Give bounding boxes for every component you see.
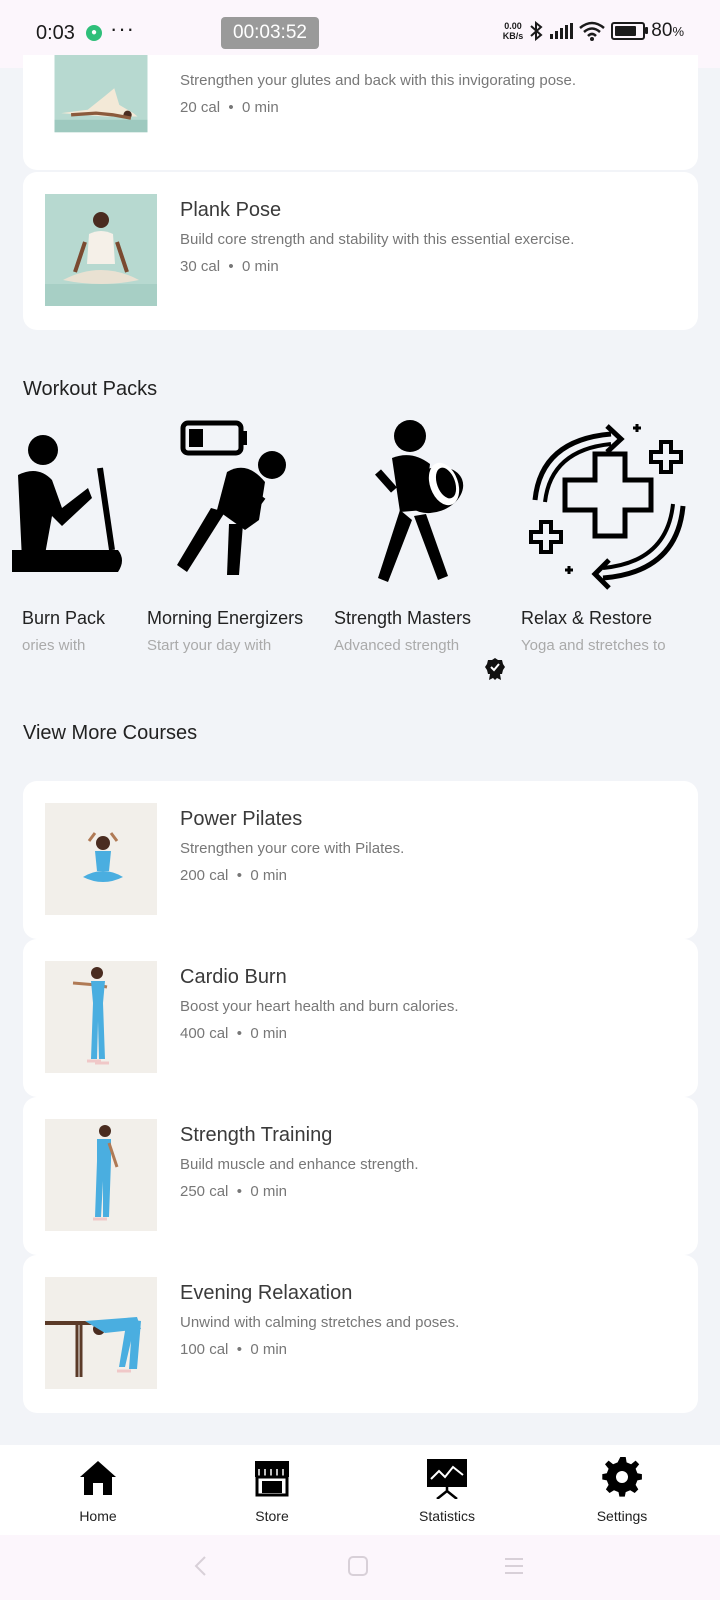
nav-home[interactable]: Home [38, 1455, 158, 1524]
course-description: Unwind with calming stretches and poses. [180, 1314, 460, 1331]
course-title: Strength Training [180, 1124, 333, 1146]
pack-name: Strength Masters [334, 608, 472, 628]
verified-badge-icon [485, 658, 505, 680]
course-meta: 100 cal • 0 min [180, 1341, 288, 1358]
bottom-navigation: Home Store Statistics Settings [0, 1445, 720, 1535]
statistics-board-icon [427, 1459, 467, 1500]
home-button-icon[interactable] [347, 1555, 369, 1577]
status-icons: 0.00 KB/s 80% [503, 20, 684, 42]
weightlifter-icon [375, 420, 464, 582]
course-thumbnail [45, 961, 157, 1073]
pack-relax-restore[interactable]: Relax & Restore Yoga and stretches to [521, 420, 706, 654]
course-title: Power Pilates [180, 808, 303, 830]
screen-record-timer[interactable]: 00:03:52 [221, 17, 319, 49]
pack-burn[interactable]: Burn Pack ories with [0, 420, 125, 654]
pack-description: Start your day with [147, 637, 272, 654]
course-title: Cardio Burn [180, 966, 287, 988]
course-meta: 30 cal • 0 min [180, 258, 279, 275]
workout-packs-heading: Workout Packs [23, 378, 158, 400]
nav-statistics[interactable]: Statistics [387, 1455, 507, 1524]
course-thumbnail [45, 803, 157, 915]
course-meta: 20 cal • 0 min [180, 99, 279, 116]
pack-description: ories with [22, 637, 86, 654]
bluetooth-icon [530, 21, 543, 41]
app-notification-icon: ● [86, 25, 102, 41]
course-card-plank-pose[interactable]: Plank Pose Build core strength and stabi… [23, 172, 698, 330]
course-description: Boost your heart health and burn calorie… [180, 998, 459, 1015]
course-card-power-pilates[interactable]: Power Pilates Strengthen your core with … [23, 781, 698, 939]
nav-label: Home [79, 1508, 117, 1524]
course-thumbnail [45, 1119, 157, 1231]
health-cross-cycle-icon [529, 424, 686, 590]
store-icon [255, 1461, 289, 1497]
recents-icon[interactable] [503, 1555, 525, 1577]
pack-morning-energizers[interactable]: Morning Energizers Start your day with [147, 420, 332, 654]
course-thumbnail [45, 1277, 157, 1389]
back-icon[interactable] [193, 1555, 207, 1577]
battery-icon [611, 22, 649, 40]
low-battery-tired-person-icon [177, 420, 286, 575]
course-description: Strengthen your glutes and back with thi… [180, 72, 577, 89]
more-notifications-icon: ··· [110, 16, 135, 41]
course-description: Build core strength and stability with t… [180, 231, 575, 248]
pack-strength-masters[interactable]: Strength Masters Advanced strength [334, 420, 519, 654]
pack-description: Advanced strength [334, 637, 460, 654]
signal-icon [550, 23, 574, 39]
clock: 0:03 [36, 22, 75, 44]
pack-name: Morning Energizers [147, 608, 304, 628]
treadmill-runner-icon [12, 435, 122, 572]
nav-settings[interactable]: Settings [562, 1455, 682, 1524]
course-meta: 250 cal • 0 min [180, 1183, 288, 1200]
network-speed: 0.00 KB/s [502, 21, 524, 41]
course-title: Plank Pose [180, 199, 282, 221]
course-card-evening-relaxation[interactable]: Evening Relaxation Unwind with calming s… [23, 1255, 698, 1413]
pack-name: Relax & Restore [521, 608, 653, 628]
course-card-glute-pose[interactable]: Strengthen your glutes and back with thi… [23, 55, 698, 170]
course-thumbnail [54, 55, 148, 133]
system-navigation-bar [0, 1535, 720, 1600]
pack-description: Yoga and stretches to [521, 637, 666, 654]
nav-store[interactable]: Store [212, 1455, 332, 1524]
course-card-strength-training[interactable]: Strength Training Build muscle and enhan… [23, 1097, 698, 1255]
course-meta: 200 cal • 0 min [180, 867, 288, 884]
gear-icon [602, 1457, 642, 1497]
nav-label: Store [255, 1508, 289, 1524]
course-description: Build muscle and enhance strength. [180, 1156, 419, 1173]
nav-label: Settings [596, 1508, 648, 1524]
course-thumbnail [45, 194, 157, 306]
course-description: Strengthen your core with Pilates. [180, 840, 405, 857]
nav-label: Statistics [418, 1508, 475, 1524]
course-card-cardio-burn[interactable]: Cardio Burn Boost your heart health and … [23, 939, 698, 1097]
pack-name: Burn Pack [22, 608, 106, 628]
battery-percent: 80% [651, 20, 684, 41]
more-courses-heading: View More Courses [23, 722, 198, 744]
course-title: Evening Relaxation [180, 1282, 353, 1304]
course-meta: 400 cal • 0 min [180, 1025, 288, 1042]
wifi-icon [579, 21, 606, 41]
home-icon [80, 1461, 116, 1495]
